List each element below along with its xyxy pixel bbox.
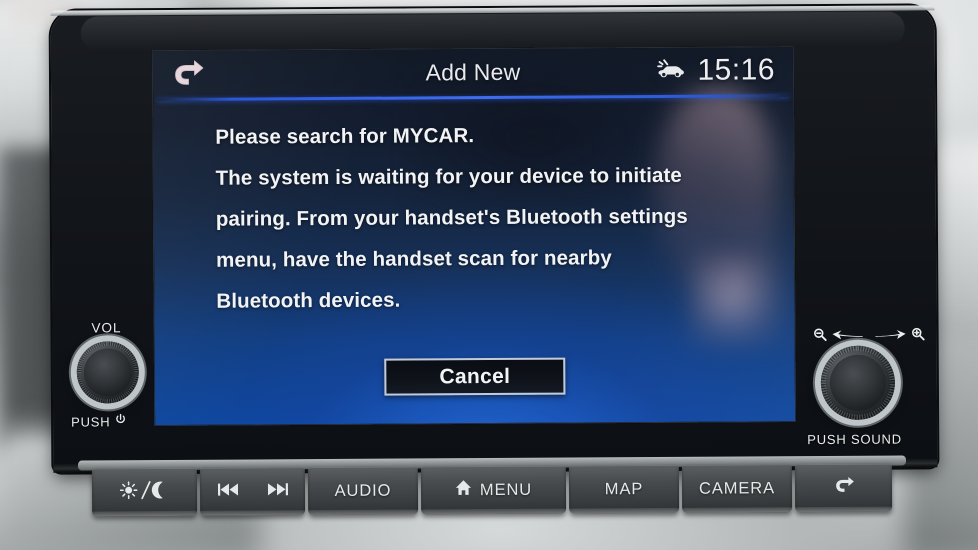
message-body: Please search for MYCAR. The system is w… [215, 113, 754, 321]
audio-button[interactable]: AUDIO [307, 466, 419, 516]
sound-knob[interactable] [820, 345, 896, 421]
volume-knob-push-label: PUSH [71, 413, 127, 429]
volume-knob-group: VOL PUSH [59, 58, 153, 429]
home-icon [455, 479, 472, 501]
back-arrow-icon [831, 475, 855, 500]
sound-knob-face [829, 354, 887, 411]
zoom-in-control[interactable] [875, 326, 926, 346]
hard-button-bar: AUDIO MENU MAP CAMERA [91, 463, 893, 517]
menu-button[interactable]: MENU [420, 465, 567, 515]
zoom-out-icon [813, 327, 828, 347]
message-line: menu, have the handset scan for nearby [216, 246, 612, 272]
arrow-right-icon [875, 327, 907, 345]
zoom-out-control[interactable] [813, 327, 864, 347]
volume-knob-label: VOL [91, 320, 122, 336]
back-hard-button[interactable] [794, 463, 893, 513]
camera-button-label: CAMERA [698, 478, 776, 498]
car-alert-icon [655, 57, 687, 84]
map-button[interactable]: MAP [568, 464, 680, 514]
message-line: Please search for MYCAR. [215, 124, 475, 149]
sound-knob-push-label: PUSH SOUND [807, 431, 902, 448]
display-bezel: Add New 15:16 Please search for MYCAR. T… [151, 46, 797, 427]
map-button-label: MAP [604, 479, 644, 498]
message-line: pairing. From your handset's Bluetooth s… [215, 204, 688, 231]
header-status-area: 15:16 [655, 53, 775, 88]
camera-button[interactable]: CAMERA [681, 464, 793, 513]
display-screen[interactable]: Add New 15:16 Please search for MYCAR. T… [152, 47, 796, 426]
previous-track-icon[interactable] [217, 482, 239, 501]
audio-button-label: AUDIO [334, 481, 392, 500]
zoom-in-icon [911, 326, 926, 346]
menu-button-label: MENU [479, 480, 533, 499]
sun-moon-icon [119, 478, 169, 505]
volume-knob[interactable] [76, 341, 139, 404]
power-icon [114, 413, 127, 429]
day-night-button[interactable] [91, 467, 198, 517]
cancel-button[interactable]: Cancel [384, 357, 566, 396]
volume-knob-face [83, 348, 132, 397]
screenshot-root: Add New 15:16 Please search for MYCAR. T… [0, 0, 978, 550]
head-unit-chassis: Add New 15:16 Please search for MYCAR. T… [50, 5, 938, 473]
message-line: The system is waiting for your device to… [215, 163, 682, 190]
chassis-gloss-highlight [80, 11, 905, 51]
arrow-left-icon [832, 328, 864, 346]
push-label-text: PUSH [71, 413, 111, 430]
sound-knob-group: PUSH SOUND [801, 53, 933, 447]
message-line: Bluetooth devices. [216, 288, 401, 313]
next-track-icon[interactable] [265, 482, 288, 501]
screen-header: Add New 15:16 [153, 47, 793, 102]
track-buttons[interactable] [199, 467, 306, 516]
clock: 15:16 [697, 53, 776, 87]
